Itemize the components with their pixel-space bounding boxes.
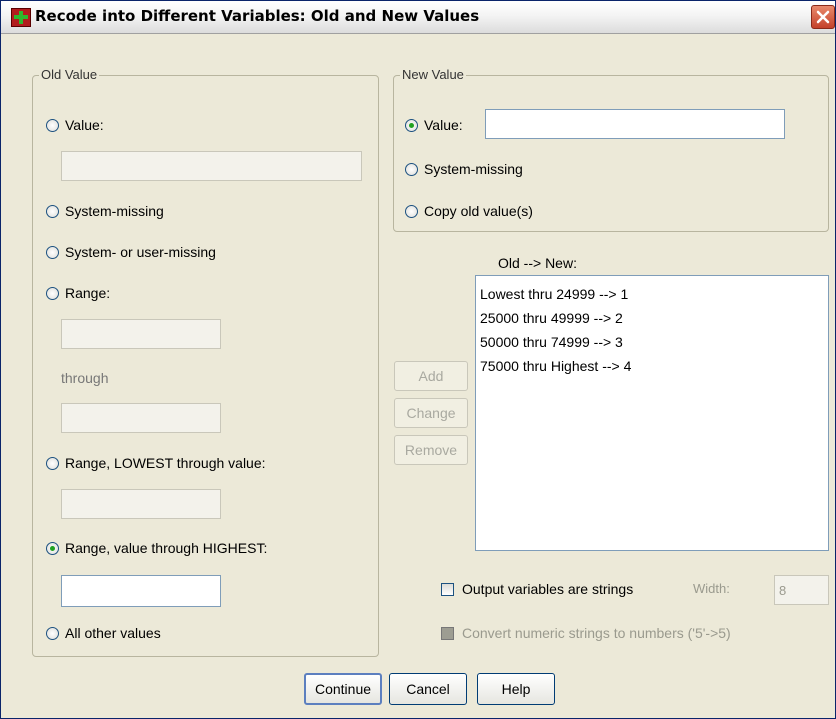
new-copy-old-label: Copy old value(s) [424, 203, 533, 219]
old-system-missing-label: System-missing [65, 203, 164, 219]
old-range-lowest-radio[interactable]: Range, LOWEST through value: [46, 455, 266, 471]
help-button[interactable]: Help [477, 673, 555, 705]
range-lowest-input[interactable] [61, 489, 221, 519]
list-item[interactable]: 75000 thru Highest --> 4 [480, 354, 824, 378]
old-value-radio[interactable]: Value: [46, 117, 104, 133]
old-value-legend: Old Value [39, 67, 100, 82]
output-strings-checkbox[interactable]: Output variables are strings [441, 581, 633, 597]
radio-icon [405, 162, 418, 176]
old-all-other-label: All other values [65, 625, 161, 641]
mapping-list-label: Old --> New: [498, 255, 577, 271]
list-item[interactable]: Lowest thru 24999 --> 1 [480, 282, 824, 306]
convert-numeric-label: Convert numeric strings to numbers ('5'-… [462, 625, 731, 641]
old-system-user-missing-label: System- or user-missing [65, 244, 216, 260]
cancel-button[interactable]: Cancel [389, 673, 467, 705]
old-system-user-missing-radio[interactable]: System- or user-missing [46, 244, 216, 260]
continue-button[interactable]: Continue [304, 673, 382, 705]
old-range-label: Range: [65, 285, 111, 301]
range-lowest-field[interactable] [62, 490, 220, 518]
radio-icon [405, 204, 418, 218]
new-system-missing-radio[interactable]: System-missing [405, 161, 523, 177]
radio-icon [46, 286, 59, 300]
dialog-title: Recode into Different Variables: Old and… [35, 7, 480, 25]
radio-icon [46, 204, 59, 218]
radio-icon [46, 456, 59, 470]
checkbox-icon [441, 582, 454, 596]
app-icon [11, 8, 31, 27]
mapping-list[interactable]: Lowest thru 24999 --> 1 25000 thru 49999… [475, 275, 829, 551]
old-range-highest-label: Range, value through HIGHEST: [65, 540, 268, 556]
close-icon [816, 10, 830, 24]
old-range-highest-radio[interactable]: Range, value through HIGHEST: [46, 540, 267, 556]
new-value-label: Value: [424, 117, 463, 133]
remove-button[interactable]: Remove [394, 435, 468, 465]
old-all-other-radio[interactable]: All other values [46, 625, 161, 641]
width-label: Width: [693, 581, 730, 596]
range-to-input[interactable] [61, 403, 221, 433]
new-copy-old-radio[interactable]: Copy old value(s) [405, 203, 533, 219]
width-input[interactable]: 8 [774, 575, 829, 605]
new-value-input[interactable] [485, 109, 785, 139]
change-button[interactable]: Change [394, 398, 468, 428]
radio-icon [46, 626, 59, 640]
old-system-missing-radio[interactable]: System-missing [46, 203, 164, 219]
new-value-radio[interactable]: Value: [405, 117, 463, 133]
radio-icon [46, 118, 59, 132]
through-label: through [61, 370, 109, 386]
list-item[interactable]: 50000 thru 74999 --> 3 [480, 330, 824, 354]
old-range-lowest-label: Range, LOWEST through value: [65, 455, 266, 471]
radio-selected-icon [405, 118, 418, 132]
range-to-field[interactable] [62, 404, 220, 432]
range-from-field[interactable] [62, 320, 220, 348]
convert-numeric-checkbox[interactable]: Convert numeric strings to numbers ('5'-… [441, 625, 731, 641]
title-bar[interactable]: Recode into Different Variables: Old and… [1, 1, 835, 34]
range-highest-input[interactable] [61, 575, 221, 607]
range-highest-field[interactable] [62, 576, 220, 606]
new-value-legend: New Value [400, 67, 466, 82]
list-item[interactable]: 25000 thru 49999 --> 2 [480, 306, 824, 330]
old-range-radio[interactable]: Range: [46, 285, 110, 301]
checkbox-disabled-icon [441, 626, 454, 640]
output-strings-label: Output variables are strings [462, 581, 634, 597]
add-button[interactable]: Add [394, 361, 468, 391]
recode-dialog: Recode into Different Variables: Old and… [0, 0, 836, 719]
radio-icon [46, 245, 59, 259]
new-value-field[interactable] [486, 110, 784, 138]
old-value-label: Value: [65, 117, 104, 133]
new-system-missing-label: System-missing [424, 161, 523, 177]
old-value-field[interactable] [62, 152, 361, 180]
close-button[interactable] [811, 5, 835, 29]
old-value-input[interactable] [61, 151, 362, 181]
radio-selected-icon [46, 541, 59, 555]
range-from-input[interactable] [61, 319, 221, 349]
